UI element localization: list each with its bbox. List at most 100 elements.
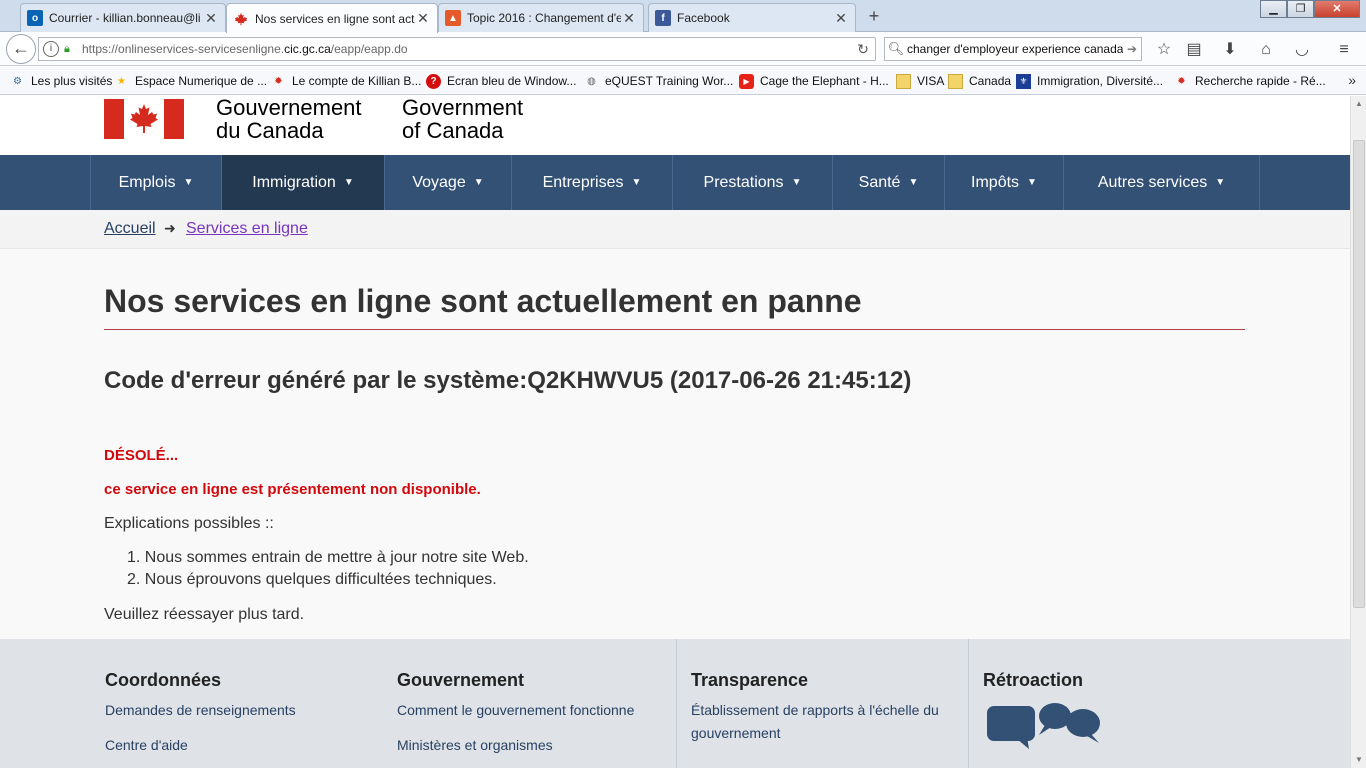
folder-icon xyxy=(896,73,911,89)
wordmark-en: Government of Canada xyxy=(402,96,524,143)
chevron-down-icon: ▼ xyxy=(631,177,642,188)
reload-icon[interactable]: ↻ xyxy=(851,41,875,58)
scroll-down-icon[interactable]: ▼ xyxy=(1351,752,1366,768)
close-icon[interactable]: ✕ xyxy=(833,10,849,27)
tab-strip: o Courrier - killian.bonneau@li ✕ Nos se… xyxy=(0,0,1366,33)
tab-services-en-ligne[interactable]: Nos services en ligne sont act ✕ xyxy=(226,3,438,33)
chevron-down-icon: ▼ xyxy=(1215,177,1226,188)
site-footer: Coordonnées Demandes de renseignements C… xyxy=(0,639,1350,768)
minimize-button[interactable]: ▁ xyxy=(1260,0,1287,18)
bookmark-item[interactable]: ▶ Cage the Elephant - H... xyxy=(739,72,889,90)
bookmark-item[interactable]: VISA xyxy=(896,72,944,90)
url-bar[interactable]: i 🔒︎ https://onlineservices-servicesenli… xyxy=(38,37,876,61)
scroll-up-icon[interactable]: ▲ xyxy=(1351,96,1366,112)
maximize-button[interactable]: ❐ xyxy=(1287,0,1314,18)
retry-message: Veuillez réessayer plus tard. xyxy=(104,606,305,623)
maple-leaf-icon: ✹ xyxy=(1177,75,1186,87)
unavailable-message: ce service en ligne est présentement non… xyxy=(104,481,481,498)
menu-item-prestations[interactable]: Prestations ▼ xyxy=(672,155,832,210)
download-icon[interactable]: ⬇ xyxy=(1218,39,1242,61)
home-icon[interactable]: ⌂ xyxy=(1254,39,1278,61)
menu-item-sante[interactable]: Santé ▼ xyxy=(832,155,944,210)
back-button[interactable]: ← xyxy=(6,34,36,64)
quebec-icon: ⚜ xyxy=(1016,73,1031,89)
chevron-down-icon: ▼ xyxy=(183,177,194,188)
menu-item-emplois[interactable]: Emplois ▼ xyxy=(90,155,221,210)
page-scrollbar[interactable]: ▲ ▼ xyxy=(1350,96,1366,768)
youtube-icon: ▶ xyxy=(739,73,754,89)
navigation-toolbar: ← i 🔒︎ https://onlineservices-servicesen… xyxy=(0,32,1366,66)
close-icon[interactable]: ✕ xyxy=(415,10,431,27)
feedback-chat-icon[interactable] xyxy=(987,701,1103,753)
tab-title: Courrier - killian.bonneau@li xyxy=(49,11,201,25)
menu-item-immigration[interactable]: Immigration ▼ xyxy=(221,155,384,210)
gear-icon: ⚙ xyxy=(13,75,22,87)
scrollbar-thumb[interactable] xyxy=(1353,140,1365,608)
footer-col-government: Gouvernement Comment le gouvernement fon… xyxy=(383,639,676,768)
close-icon[interactable]: ✕ xyxy=(621,10,637,27)
canada-flag-icon xyxy=(104,99,184,139)
new-tab-button[interactable]: + xyxy=(862,5,886,27)
footer-link[interactable]: Établissement de rapports à l'échelle du… xyxy=(691,699,939,745)
menu-item-entreprises[interactable]: Entreprises ▼ xyxy=(511,155,672,210)
sorry-message: DÉSOLÉ... xyxy=(104,447,179,464)
info-icon[interactable]: i xyxy=(43,41,59,57)
bookmark-item[interactable]: ◍ eQUEST Training Wor... xyxy=(584,72,733,90)
title-divider xyxy=(104,329,1245,330)
reason-item: 2. Nous éprouvons quelques difficultées … xyxy=(127,571,497,588)
bookmark-item[interactable]: ✹ Le compte de Killian B... xyxy=(271,72,421,90)
reason-item: 1. Nous sommes entrain de mettre à jour … xyxy=(127,549,529,566)
tab-title: Nos services en ligne sont act xyxy=(255,11,415,26)
chevron-down-icon: ▼ xyxy=(1027,177,1037,188)
menu-item-voyage[interactable]: Voyage ▼ xyxy=(384,155,511,210)
main-content: Nos services en ligne sont actuellement … xyxy=(0,249,1350,639)
footer-link[interactable]: Centre d'aide xyxy=(105,734,188,757)
search-go-icon[interactable]: ➔ xyxy=(1123,42,1141,56)
bookmarks-overflow-button[interactable]: » xyxy=(1348,72,1356,88)
reading-list-icon[interactable]: ▤ xyxy=(1182,39,1206,61)
window-controls: ▁ ❐ ✕ xyxy=(1260,0,1360,20)
pocket-icon[interactable]: ◡ xyxy=(1290,39,1314,61)
error-code-heading: Code d'erreur généré par le système:Q2KH… xyxy=(104,367,912,394)
chevron-down-icon: ▼ xyxy=(343,177,354,188)
footer-link[interactable]: Comment le gouvernement fonctionne xyxy=(397,699,634,722)
tab-topic[interactable]: ▲ Topic 2016 : Changement d'e ✕ xyxy=(438,3,644,32)
bookmark-item[interactable]: ⚜ Immigration, Diversité... xyxy=(1016,72,1163,90)
search-icon: 🔍︎ xyxy=(887,41,905,56)
tab-title: Topic 2016 : Changement d'e xyxy=(467,11,621,25)
search-bar[interactable]: 🔍︎ changer d'employeur experience canada… xyxy=(884,37,1142,61)
folder-icon xyxy=(948,73,963,89)
bookmark-star-icon[interactable]: ☆ xyxy=(1152,39,1176,61)
tab-title: Facebook xyxy=(677,11,730,25)
chevron-down-icon: ▼ xyxy=(473,177,484,188)
footer-col-contact: Coordonnées Demandes de renseignements C… xyxy=(0,639,383,768)
window-close-button[interactable]: ✕ xyxy=(1314,0,1360,18)
search-input[interactable]: changer d'employeur experience canada xyxy=(907,42,1123,56)
bookmark-item[interactable]: ? Ecran bleu de Window... xyxy=(426,72,576,90)
outlook-icon: o xyxy=(27,10,43,26)
menu-item-impots[interactable]: Impôts ▼ xyxy=(944,155,1063,210)
breadcrumb-home-link[interactable]: Accueil xyxy=(104,220,156,238)
breadcrumb-arrow-icon: ➜ xyxy=(164,220,176,236)
bookmark-item[interactable]: ✹ Recherche rapide - Ré... xyxy=(1174,72,1325,90)
footer-link[interactable]: Demandes de renseignements xyxy=(105,699,296,722)
menu-item-autres-services[interactable]: Autres services ▼ xyxy=(1063,155,1260,210)
bookmark-item[interactable]: ★ Espace Numerique de ... xyxy=(114,72,267,90)
footer-link[interactable]: Ministères et organismes xyxy=(397,734,553,757)
bookmark-item[interactable]: Canada xyxy=(948,72,1011,90)
site-icon: ▲ xyxy=(445,10,461,26)
lock-icon: 🔒︎ xyxy=(64,43,70,55)
close-icon[interactable]: ✕ xyxy=(203,10,219,27)
url-text[interactable]: https://onlineservices-servicesenligne.c… xyxy=(82,42,851,56)
main-menu: Emplois ▼ Immigration ▼ Voyage ▼ Entreprise… xyxy=(0,155,1350,210)
breadcrumb-current-link[interactable]: Services en ligne xyxy=(186,220,308,238)
page-title: Nos services en ligne sont actuellement … xyxy=(104,283,862,319)
bookmark-item[interactable]: ⚙ Les plus visités xyxy=(10,72,112,90)
wordmark-fr: Gouvernement du Canada xyxy=(216,96,362,143)
maple-leaf-icon: ✹ xyxy=(274,75,283,87)
tab-outlook[interactable]: o Courrier - killian.bonneau@li ✕ xyxy=(20,3,226,32)
menu-icon[interactable]: ≡ xyxy=(1332,39,1356,61)
chevron-down-icon: ▼ xyxy=(791,177,802,188)
footer-col-transparency: Transparence Établissement de rapports à… xyxy=(676,639,968,768)
tab-facebook[interactable]: f Facebook ✕ xyxy=(648,3,856,32)
